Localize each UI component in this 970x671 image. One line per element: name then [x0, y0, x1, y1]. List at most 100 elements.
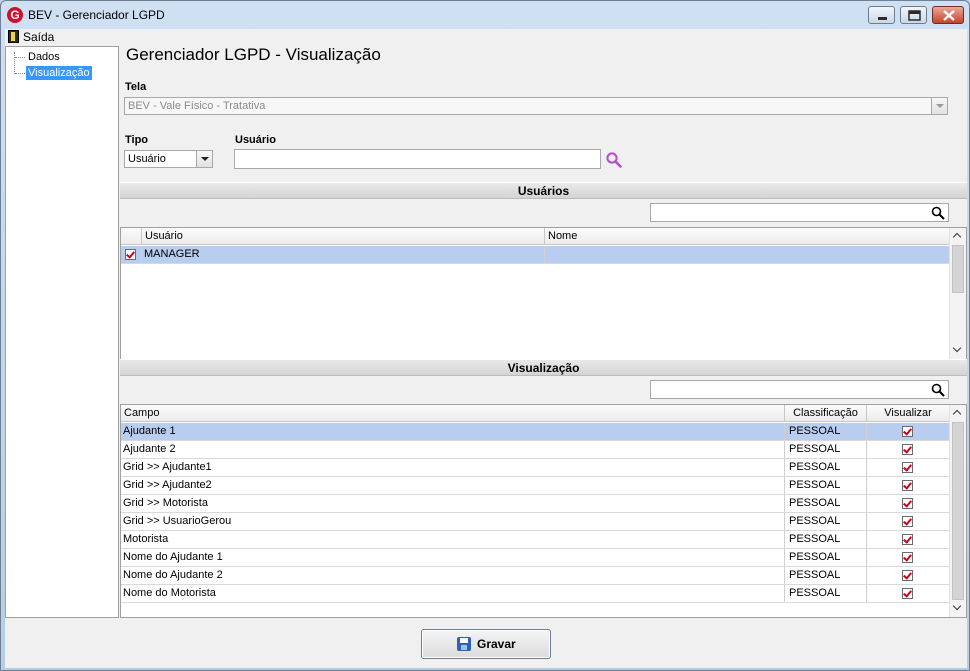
classificacao-cell: PESSOAL	[785, 477, 867, 494]
usuarios-scrollbar[interactable]	[949, 228, 966, 359]
menu-item-saida[interactable]: Saída	[23, 30, 54, 44]
visualizar-checkbox[interactable]	[902, 480, 913, 491]
table-row[interactable]: MANAGER	[121, 246, 950, 264]
visualizar-cell[interactable]	[867, 567, 950, 584]
tipo-select[interactable]: Usuário	[124, 150, 213, 168]
campo-cell: Nome do Motorista	[121, 585, 785, 602]
save-button[interactable]: Gravar	[421, 629, 551, 659]
classificacao-cell: PESSOAL	[785, 441, 867, 458]
select-column-header[interactable]	[121, 228, 142, 245]
minimize-button[interactable]	[868, 6, 895, 24]
navigation-tree: Dados Visualização	[5, 46, 119, 618]
visualizacao-search-input[interactable]	[650, 380, 949, 399]
visualizacao-grid: Campo Classificação Visualizar Ajudante …	[120, 404, 967, 618]
visualizar-cell[interactable]	[867, 495, 950, 512]
usuarios-grid: Usuário Nome MANAGER	[120, 227, 967, 360]
row-checkbox-cell[interactable]	[121, 246, 142, 263]
client-area: Saída Dados Visualização Gerenciador LGP…	[5, 29, 967, 668]
visualizar-cell[interactable]	[867, 423, 950, 440]
scroll-down-icon[interactable]	[950, 600, 966, 616]
visualizar-cell[interactable]	[867, 441, 950, 458]
visualizar-cell[interactable]	[867, 549, 950, 566]
exit-icon[interactable]	[8, 30, 19, 43]
table-row[interactable]: Nome do Ajudante 2 PESSOAL	[121, 567, 950, 585]
campo-cell: Grid >> Ajudante1	[121, 459, 785, 476]
visualizar-cell[interactable]	[867, 477, 950, 494]
usuario-input[interactable]	[234, 149, 601, 169]
page-title: Gerenciador LGPD - Visualização	[126, 45, 381, 64]
title-bar[interactable]: G BEV - Gerenciador LGPD	[1, 1, 969, 29]
visualizar-checkbox[interactable]	[902, 444, 913, 455]
table-row[interactable]: Grid >> Motorista PESSOAL	[121, 495, 950, 513]
visualizar-cell[interactable]	[867, 459, 950, 476]
app-window: G BEV - Gerenciador LGPD Saída Dados Vis…	[0, 0, 970, 671]
campo-cell: Grid >> Motorista	[121, 495, 785, 512]
tipo-value: Usuário	[128, 153, 166, 165]
bottom-bar: Gravar	[5, 619, 967, 668]
visualizar-column-header[interactable]: Visualizar	[867, 405, 950, 422]
usuario-column-header[interactable]: Usuário	[142, 228, 545, 245]
nome-cell	[545, 246, 950, 263]
visualizar-cell[interactable]	[867, 531, 950, 548]
table-row[interactable]: Grid >> Ajudante2 PESSOAL	[121, 477, 950, 495]
floppy-disk-icon	[457, 637, 471, 651]
scroll-up-icon[interactable]	[950, 405, 966, 421]
classificacao-cell: PESSOAL	[785, 567, 867, 584]
chevron-down-icon[interactable]	[931, 98, 947, 114]
search-icon[interactable]	[931, 206, 945, 220]
scroll-up-icon[interactable]	[950, 228, 966, 244]
visualizar-checkbox[interactable]	[902, 426, 913, 437]
campo-cell: Ajudante 2	[121, 441, 785, 458]
tree-item-dados[interactable]: Dados	[26, 50, 62, 64]
menu-bar: Saída	[5, 29, 967, 45]
campo-cell: Grid >> Ajudante2	[121, 477, 785, 494]
chevron-down-icon[interactable]	[196, 151, 212, 167]
campo-cell: Nome do Ajudante 2	[121, 567, 785, 584]
table-row[interactable]: Nome do Ajudante 1 PESSOAL	[121, 549, 950, 567]
tree-item-visualizacao[interactable]: Visualização	[26, 66, 92, 80]
classificacao-cell: PESSOAL	[785, 459, 867, 476]
scroll-thumb[interactable]	[952, 245, 964, 293]
row-checkbox[interactable]	[125, 249, 136, 260]
tela-label: Tela	[125, 81, 147, 93]
scroll-down-icon[interactable]	[950, 342, 966, 358]
visualizar-checkbox[interactable]	[902, 534, 913, 545]
table-row[interactable]: Ajudante 2 PESSOAL	[121, 441, 950, 459]
tree-connector	[15, 57, 25, 58]
campo-column-header[interactable]: Campo	[121, 405, 785, 422]
tela-select[interactable]: BEV - Vale Físico - Tratativa	[124, 97, 948, 115]
visualizar-checkbox[interactable]	[902, 552, 913, 563]
tree-connector	[14, 52, 15, 74]
tree-connector	[15, 73, 25, 74]
search-icon[interactable]	[605, 151, 623, 169]
table-row[interactable]: Grid >> Ajudante1 PESSOAL	[121, 459, 950, 477]
visualizar-checkbox[interactable]	[902, 498, 913, 509]
maximize-button[interactable]	[900, 6, 927, 24]
table-row[interactable]: Ajudante 1 PESSOAL	[121, 423, 950, 441]
table-row[interactable]: Nome do Motorista PESSOAL	[121, 585, 950, 603]
visualizacao-scrollbar[interactable]	[949, 405, 966, 617]
close-button[interactable]	[932, 6, 964, 24]
visualizar-cell[interactable]	[867, 585, 950, 602]
search-icon[interactable]	[931, 383, 945, 397]
visualizar-cell[interactable]	[867, 513, 950, 530]
campo-cell: Nome do Ajudante 1	[121, 549, 785, 566]
visualizar-checkbox[interactable]	[902, 462, 913, 473]
usuarios-grid-header: Usuário Nome	[121, 228, 950, 245]
visualizar-checkbox[interactable]	[902, 570, 913, 581]
usuarios-section-header: Usuários	[120, 182, 967, 199]
visualizacao-section-header: Visualização	[120, 359, 967, 376]
visualizar-checkbox[interactable]	[902, 588, 913, 599]
visualizar-checkbox[interactable]	[902, 516, 913, 527]
classificacao-cell: PESSOAL	[785, 423, 867, 440]
table-row[interactable]: Grid >> UsuarioGerou PESSOAL	[121, 513, 950, 531]
tela-value: BEV - Vale Físico - Tratativa	[128, 100, 266, 112]
usuario-cell: MANAGER	[142, 246, 545, 263]
nome-column-header[interactable]: Nome	[545, 228, 950, 245]
table-row[interactable]: Motorista PESSOAL	[121, 531, 950, 549]
usuarios-search-input[interactable]	[650, 203, 949, 222]
classificacao-cell: PESSOAL	[785, 531, 867, 548]
classificacao-column-header[interactable]: Classificação	[785, 405, 867, 422]
scroll-thumb[interactable]	[952, 422, 964, 600]
classificacao-cell: PESSOAL	[785, 513, 867, 530]
